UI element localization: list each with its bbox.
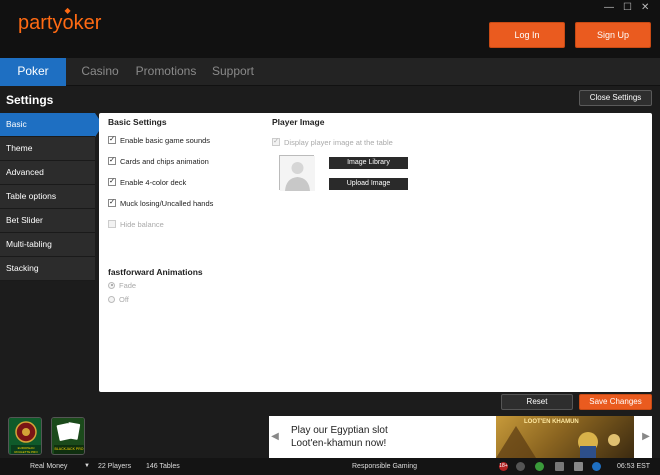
age-18-icon: 18+	[499, 462, 508, 471]
logo-text-left: party	[18, 12, 63, 34]
option-label: Cards and chips animation	[120, 157, 209, 166]
option-label: Muck losing/Uncalled hands	[120, 199, 214, 208]
option-muck-hands[interactable]: ✓ Muck losing/Uncalled hands	[108, 199, 213, 209]
radio-button[interactable]	[108, 295, 115, 303]
info-icon[interactable]	[516, 462, 525, 471]
fastforward-title: fastforward Animations	[108, 267, 203, 277]
option-label: Enable basic game sounds	[120, 136, 211, 145]
logo-text-right: ker	[73, 12, 102, 34]
responsible-gaming-link[interactable]: Responsible Gaming	[352, 458, 417, 475]
main-nav: Poker Casino Promotions Support	[0, 58, 660, 86]
save-changes-button[interactable]: Save Changes	[579, 394, 652, 410]
option-display-player-image[interactable]: ✓ Display player image at the table	[272, 138, 393, 148]
person-silhouette-icon	[280, 156, 315, 191]
checkbox[interactable]: ✓	[108, 199, 116, 208]
option-4-color-deck[interactable]: ✓ Enable 4-color deck	[108, 178, 186, 188]
checkbox[interactable]: ✓	[108, 157, 116, 166]
game-thumb-roulette[interactable]: EUROPEAN ROULETTE PRO	[8, 417, 42, 455]
signup-button[interactable]: Sign Up	[575, 22, 651, 48]
banner-line-2: Loot'en-khamun now!	[291, 438, 387, 449]
radio-off[interactable]: Off	[108, 295, 129, 305]
chat-icon[interactable]	[555, 462, 564, 471]
option-label: Enable 4-color deck	[120, 178, 187, 187]
sidebar-item-multi-tabling[interactable]: Multi-tabling	[0, 233, 95, 257]
tab-promotions[interactable]: Promotions	[133, 58, 199, 86]
sidebar-item-basic[interactable]: Basic	[0, 113, 103, 137]
banner-artwork: LOOT'EN KHAMUN	[496, 416, 634, 458]
partypoker-logo: partyo ◆ ker	[18, 6, 102, 35]
players-count: 22 Players	[98, 463, 132, 470]
reset-button[interactable]: Reset	[501, 394, 573, 410]
chevron-down-icon[interactable]: ▼	[84, 458, 90, 475]
tab-casino[interactable]: Casino	[72, 58, 128, 86]
checkbox[interactable]	[108, 220, 116, 229]
radio-label: Fade	[119, 281, 137, 290]
player-image-title: Player Image	[272, 117, 325, 127]
radio-button[interactable]	[108, 281, 115, 289]
game-caption: EUROPEAN ROULETTE PRO	[14, 446, 38, 454]
checkbox[interactable]: ✓	[108, 136, 116, 145]
banner-prev-arrow-icon[interactable]: ◀	[271, 430, 279, 444]
clock: 06:53 EST	[617, 463, 651, 470]
status-bar: Real Money ▼ 22 Players 146 Tables Respo…	[0, 458, 660, 475]
maximize-icon[interactable]: ☐	[623, 2, 632, 14]
minimize-icon[interactable]: —	[604, 2, 614, 14]
sidebar-item-table-options[interactable]: Table options	[0, 185, 95, 209]
help-icon[interactable]	[592, 462, 601, 471]
settings-panel: Basic Settings ✓ Enable basic game sounds…	[99, 113, 652, 392]
banner-next-arrow-icon[interactable]: ▶	[642, 430, 650, 444]
game-thumb-blackjack[interactable]: BLACKJACK PRO	[51, 417, 85, 455]
option-chips-animation[interactable]: ✓ Cards and chips animation	[108, 157, 209, 167]
image-library-button[interactable]: Image Library	[329, 157, 408, 169]
speaker-icon[interactable]	[574, 462, 583, 471]
banner-line-1: Play our Egyptian slot	[291, 425, 388, 436]
money-mode-selector[interactable]: Real Money	[30, 458, 67, 475]
radio-label: Off	[119, 295, 129, 304]
top-bar: partyo ◆ ker — ☐ ✕ Log In Sign Up	[0, 0, 660, 58]
basic-settings-title: Basic Settings	[108, 117, 167, 127]
tables-count: 146 Tables	[146, 463, 180, 470]
checkbox[interactable]: ✓	[108, 178, 116, 187]
login-button[interactable]: Log In	[489, 22, 565, 48]
sidebar-item-theme[interactable]: Theme	[0, 137, 95, 161]
diamond-icon: ◆	[64, 6, 71, 15]
connection-icon	[535, 462, 544, 471]
close-settings-button[interactable]: Close Settings	[579, 90, 652, 106]
option-game-sounds[interactable]: ✓ Enable basic game sounds	[108, 136, 210, 146]
close-icon[interactable]: ✕	[641, 2, 649, 14]
game-caption: BLACKJACK PRO	[54, 447, 84, 451]
sidebar-item-bet-slider[interactable]: Bet Slider	[0, 209, 95, 233]
sidebar-item-advanced[interactable]: Advanced	[0, 161, 95, 185]
logo-o: o ◆	[62, 6, 74, 34]
sidebar-item-stacking[interactable]: Stacking	[0, 257, 95, 281]
banner-text: Play our Egyptian slot Loot'en-khamun no…	[291, 424, 388, 450]
option-label: Display player image at the table	[284, 138, 393, 147]
tab-poker[interactable]: Poker	[0, 58, 66, 86]
page-title: Settings	[6, 93, 54, 107]
option-hide-balance[interactable]: Hide balance	[108, 220, 164, 230]
upload-image-button[interactable]: Upload Image	[329, 178, 408, 190]
checkbox[interactable]: ✓	[272, 138, 280, 147]
option-label: Hide balance	[120, 220, 164, 229]
tab-support[interactable]: Support	[205, 58, 261, 86]
settings-sidebar: Basic Theme Advanced Table options Bet S…	[0, 113, 103, 281]
promo-banner[interactable]: ◀ Play our Egyptian slot Loot'en-khamun …	[269, 416, 652, 458]
radio-fade[interactable]: Fade	[108, 281, 136, 291]
pharaoh-art-icon	[496, 426, 620, 458]
player-avatar	[279, 155, 315, 191]
